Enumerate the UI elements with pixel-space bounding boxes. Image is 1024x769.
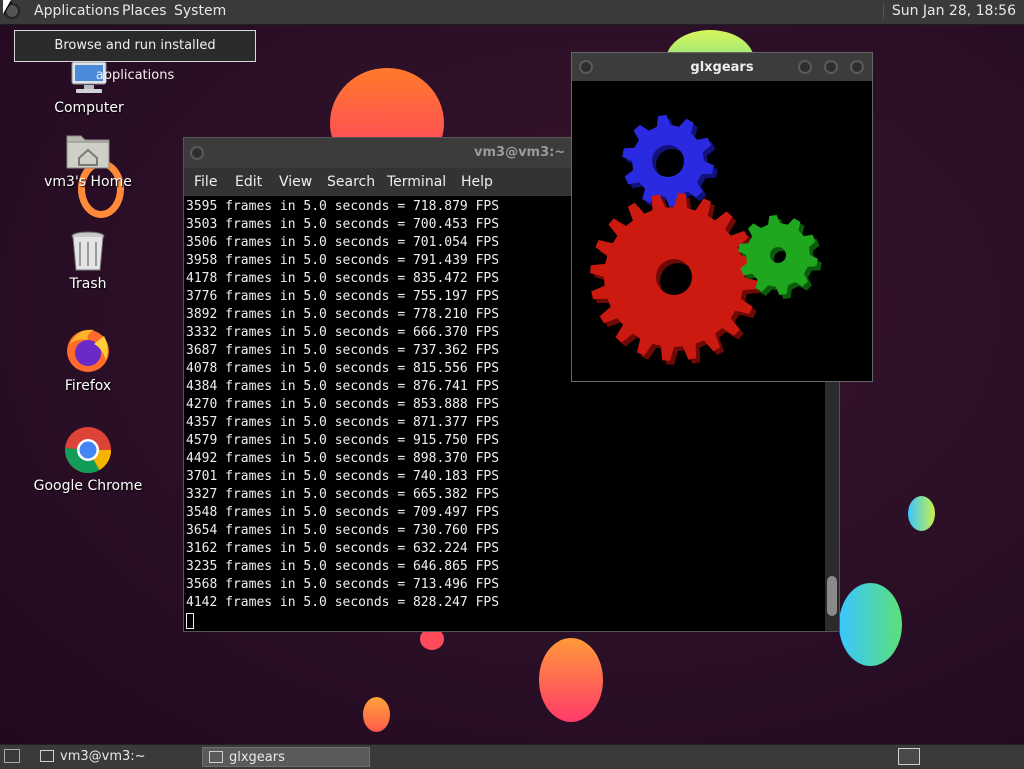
places-menu[interactable]: Places xyxy=(122,3,167,19)
terminal-line: 4357 frames in 5.0 seconds = 871.377 FPS xyxy=(186,415,500,430)
scrollbar-thumb[interactable] xyxy=(827,576,837,616)
taskbar-terminal[interactable]: vm3@vm3:~ xyxy=(34,747,198,767)
window-menu-icon[interactable] xyxy=(190,146,204,160)
system-menu[interactable]: System xyxy=(174,3,226,19)
terminal-line: 4270 frames in 5.0 seconds = 853.888 FPS xyxy=(186,397,500,412)
trash-icon xyxy=(68,230,108,272)
terminal-line: 3701 frames in 5.0 seconds = 740.183 FPS xyxy=(186,469,500,484)
desktop-icon-label: Google Chrome xyxy=(33,478,143,494)
desktop-icon-label: vm3's Home xyxy=(44,174,132,190)
window-icon xyxy=(209,751,223,763)
maximize-icon[interactable] xyxy=(824,60,838,74)
terminal-line: 3162 frames in 5.0 seconds = 632.224 FPS xyxy=(186,541,500,556)
red-gear-icon xyxy=(590,193,762,365)
desktop-icon-label: Firefox xyxy=(64,378,112,394)
mouse-pointer-icon xyxy=(3,0,11,14)
glxgears-titlebar[interactable]: glxgears xyxy=(572,53,872,81)
terminal-line: 4579 frames in 5.0 seconds = 915.750 FPS xyxy=(186,433,500,448)
desktop-icon-label: Computer xyxy=(54,100,124,116)
desktop-icon-firefox[interactable]: Firefox xyxy=(33,326,143,394)
applications-tooltip: Browse and run installed applications xyxy=(14,30,256,83)
text-cursor xyxy=(186,612,194,629)
terminal-line: 4142 frames in 5.0 seconds = 828.247 FPS xyxy=(186,595,500,610)
terminal-prompt-line xyxy=(186,612,824,630)
wallpaper-bubble xyxy=(363,697,390,732)
gear-face xyxy=(622,115,714,207)
desktop-icon-home[interactable]: vm3's Home xyxy=(33,130,143,190)
show-desktop-icon[interactable] xyxy=(4,749,20,763)
terminal-icon xyxy=(40,750,54,762)
menu-terminal[interactable]: Terminal xyxy=(387,174,446,190)
terminal-title: vm3@vm3:~ xyxy=(474,145,566,160)
desktop-icon-chrome[interactable]: Google Chrome xyxy=(33,426,143,494)
blue-gear-icon xyxy=(622,115,718,211)
home-folder-icon xyxy=(65,130,111,170)
taskbar-glxgears[interactable]: glxgears xyxy=(202,747,370,767)
glxgears-canvas xyxy=(590,115,822,365)
terminal-line: 3654 frames in 5.0 seconds = 730.760 FPS xyxy=(186,523,500,538)
terminal-line: 3548 frames in 5.0 seconds = 709.497 FPS xyxy=(186,505,500,520)
menu-file[interactable]: File xyxy=(194,174,217,190)
menu-search[interactable]: Search xyxy=(327,174,375,190)
terminal-line: 3235 frames in 5.0 seconds = 646.865 FPS xyxy=(186,559,500,574)
menu-view[interactable]: View xyxy=(279,174,312,190)
desktop-icon-label: Trash xyxy=(69,276,107,292)
workspace-switcher[interactable] xyxy=(898,748,920,765)
wallpaper-bubble xyxy=(908,496,935,531)
wallpaper-bubble xyxy=(539,638,603,722)
taskbar-terminal-label: vm3@vm3:~ xyxy=(60,749,146,764)
top-panel: Applications Places System Sun Jan 28, 1… xyxy=(0,0,1024,25)
terminal-line: 3327 frames in 5.0 seconds = 665.382 FPS xyxy=(186,487,500,502)
taskbar-glxgears-label: glxgears xyxy=(229,750,285,765)
menu-edit[interactable]: Edit xyxy=(235,174,262,190)
firefox-icon xyxy=(64,326,112,374)
wallpaper-bubble xyxy=(839,583,902,666)
applications-menu[interactable]: Applications xyxy=(34,3,120,19)
terminal-line: 3568 frames in 5.0 seconds = 713.496 FPS xyxy=(186,577,500,592)
clock[interactable]: Sun Jan 28, 18:56 xyxy=(882,3,1016,19)
menu-help[interactable]: Help xyxy=(461,174,493,190)
close-icon[interactable] xyxy=(850,60,864,74)
desktop-icon-trash[interactable]: Trash xyxy=(33,230,143,292)
glxgears-window[interactable]: glxgears xyxy=(571,52,873,382)
chrome-icon xyxy=(64,426,112,474)
bottom-panel: vm3@vm3:~ glxgears xyxy=(0,744,1024,769)
terminal-line: 4492 frames in 5.0 seconds = 898.370 FPS xyxy=(186,451,500,466)
minimize-icon[interactable] xyxy=(798,60,812,74)
